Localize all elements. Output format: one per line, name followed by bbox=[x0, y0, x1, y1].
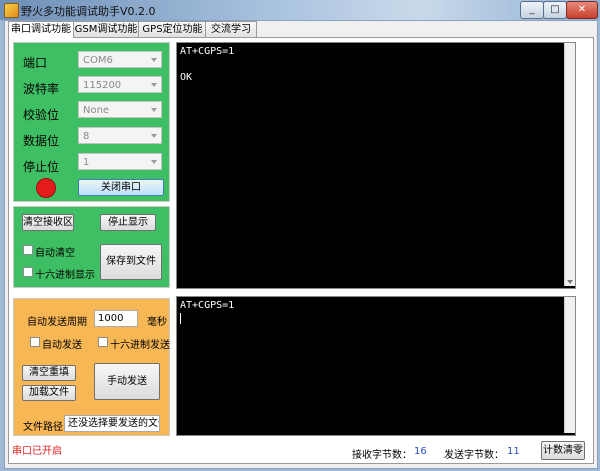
hex-display-checkbox[interactable] bbox=[23, 267, 33, 277]
clear-receive-button[interactable]: 清空接收区 bbox=[22, 214, 74, 231]
stop-display-button[interactable]: 停止显示 bbox=[100, 214, 156, 231]
auto-clear-checkbox[interactable] bbox=[23, 245, 33, 255]
title-bar: 野火多功能调试助手V0.2.0 _ □ ✕ bbox=[0, 0, 600, 20]
maximize-button[interactable]: □ bbox=[543, 1, 567, 19]
save-to-file-button[interactable]: 保存到文件 bbox=[100, 244, 162, 280]
period-unit: 毫秒 bbox=[147, 317, 167, 328]
databits-value: 8 bbox=[83, 131, 90, 142]
receive-scrollbar[interactable] bbox=[564, 43, 575, 286]
hex-send-label: 十六进制发送 bbox=[110, 340, 170, 351]
receive-line: AT+CGPS=1 bbox=[180, 46, 235, 57]
port-label: 端口 bbox=[23, 56, 48, 70]
port-status-led bbox=[36, 178, 56, 198]
send-count-value: 11 bbox=[507, 446, 520, 457]
tab-serial[interactable]: 串口调试功能 bbox=[8, 21, 74, 38]
baud-label: 波特率 bbox=[23, 82, 60, 96]
app-icon bbox=[4, 3, 19, 18]
minimize-button[interactable]: _ bbox=[520, 1, 544, 19]
tab-gsm[interactable]: GSM调试功能 bbox=[72, 21, 140, 37]
send-controls-panel: 自动发送周期 1000 毫秒 自动发送 十六进制发送 清空重填 加载文件 手动发… bbox=[13, 298, 170, 436]
load-file-button[interactable]: 加载文件 bbox=[22, 385, 76, 401]
parity-value: None bbox=[83, 105, 110, 116]
stopbits-label: 停止位 bbox=[23, 160, 60, 174]
file-path-label: 文件路径 bbox=[23, 422, 63, 433]
period-label: 自动发送周期 bbox=[27, 317, 87, 328]
port-state-text: 串口已开启 bbox=[12, 446, 62, 457]
file-path-input[interactable]: 还没选择要发送的文件 bbox=[64, 415, 160, 432]
tab-gps[interactable]: GPS定位功能 bbox=[138, 21, 207, 37]
chevron-down-icon bbox=[151, 160, 157, 164]
chevron-down-icon bbox=[151, 58, 157, 62]
recv-count-value: 16 bbox=[414, 446, 427, 457]
auto-send-label: 自动发送 bbox=[42, 340, 82, 351]
window-title: 野火多功能调试助手V0.2.0 bbox=[21, 5, 156, 18]
send-count-label: 发送字节数： bbox=[444, 450, 504, 461]
databits-select[interactable]: 8 bbox=[78, 127, 162, 144]
auto-send-checkbox[interactable] bbox=[30, 337, 40, 347]
clear-resend-button[interactable]: 清空重填 bbox=[22, 365, 76, 381]
stopbits-select[interactable]: 1 bbox=[78, 153, 162, 170]
scroll-down-arrow-icon[interactable] bbox=[567, 280, 573, 284]
chevron-down-icon bbox=[151, 134, 157, 138]
recv-count-label: 接收字节数： bbox=[352, 450, 412, 461]
stopbits-value: 1 bbox=[83, 157, 90, 168]
serial-settings-panel: 端口 COM6 波特率 115200 校验位 None 数据位 8 停止位 1 … bbox=[13, 42, 170, 202]
close-port-button[interactable]: 关闭串口 bbox=[78, 179, 164, 196]
receive-controls-panel: 清空接收区 停止显示 自动清空 十六进制显示 保存到文件 bbox=[13, 206, 170, 288]
receive-line: OK bbox=[180, 72, 193, 83]
baud-select[interactable]: 115200 bbox=[78, 76, 162, 93]
send-terminal[interactable]: AT+CGPS=1 bbox=[176, 296, 576, 436]
hex-send-checkbox[interactable] bbox=[98, 337, 108, 347]
parity-select[interactable]: None bbox=[78, 101, 162, 118]
chevron-down-icon bbox=[151, 108, 157, 112]
baud-value: 115200 bbox=[83, 80, 122, 91]
parity-label: 校验位 bbox=[23, 108, 60, 122]
port-select[interactable]: COM6 bbox=[78, 51, 162, 68]
hex-display-label: 十六进制显示 bbox=[35, 270, 95, 281]
auto-clear-label: 自动清空 bbox=[35, 248, 75, 259]
reset-count-button[interactable]: 计数清零 bbox=[541, 441, 585, 460]
receive-terminal[interactable]: AT+CGPS=1 OK bbox=[176, 42, 576, 289]
send-scrollbar[interactable] bbox=[564, 297, 575, 433]
chevron-down-icon bbox=[151, 83, 157, 87]
close-window-button[interactable]: ✕ bbox=[566, 1, 598, 19]
send-text: AT+CGPS=1 bbox=[180, 300, 235, 311]
text-caret bbox=[180, 313, 181, 325]
tab-learn[interactable]: 交流学习 bbox=[205, 21, 257, 37]
period-input[interactable]: 1000 bbox=[94, 310, 138, 327]
manual-send-button[interactable]: 手动发送 bbox=[94, 363, 160, 400]
port-value: COM6 bbox=[83, 55, 113, 66]
databits-label: 数据位 bbox=[23, 134, 60, 148]
